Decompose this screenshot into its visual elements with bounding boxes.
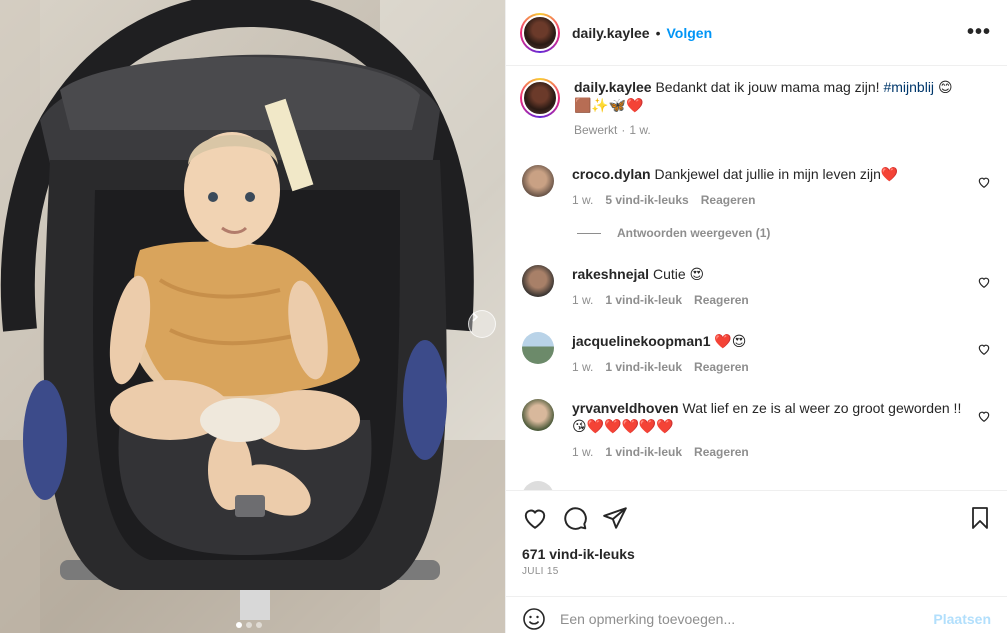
comment-username[interactable]: croco.dylan [572, 166, 651, 182]
caption-edited: Bewerkt [574, 123, 618, 137]
comment-item: croco.dylan Dankjewel dat jullie in mijn… [522, 165, 995, 209]
comment-avatar[interactable] [522, 481, 554, 490]
comment-time: 1 w. [572, 360, 594, 374]
post-photo [0, 0, 505, 633]
add-comment-bar: Plaatsen [506, 596, 1007, 633]
follow-button[interactable]: Volgen [666, 25, 712, 41]
share-icon[interactable] [602, 505, 628, 531]
author-username[interactable]: daily.kaylee [572, 25, 650, 41]
replies-line [577, 232, 601, 234]
post-header: daily.kaylee • Volgen ••• [506, 0, 1007, 66]
caption-username[interactable]: daily.kaylee [574, 79, 652, 95]
comment-text: Cutie 😍 [652, 266, 705, 282]
caption-dot: · [621, 123, 626, 137]
view-replies-button[interactable]: Antwoorden weergeven (1) [577, 226, 770, 240]
comment-item: jacquelinekoopman1 ❤️😍 1 w. 1 vind-ik-le… [522, 332, 995, 376]
carousel-dot [256, 622, 262, 628]
carousel-dots [236, 622, 262, 628]
comment-likes[interactable]: 1 vind-ik-leuk [605, 291, 682, 309]
comments-list: daily.kaylee Bedankt dat ik jouw mama ma… [506, 67, 1007, 491]
comment-avatar[interactable] [522, 399, 554, 431]
view-replies-label: Antwoorden weergeven (1) [617, 226, 771, 240]
heart-icon[interactable] [977, 342, 991, 356]
comment-username[interactable]: yrvanveldhoven [572, 400, 679, 416]
comment-time: 1 w. [572, 193, 594, 207]
caption-avatar[interactable] [520, 78, 560, 118]
caption-emojis: 😊 [937, 80, 953, 96]
post-comment-button[interactable]: Plaatsen [933, 611, 991, 627]
heart-icon[interactable] [977, 409, 991, 423]
comment-reply-button[interactable]: Reageren [694, 443, 749, 461]
comment-reply-button[interactable]: Reageren [701, 191, 756, 209]
post-actions [506, 499, 1007, 539]
heart-icon[interactable] [522, 505, 548, 531]
comment-reply-button[interactable]: Reageren [694, 291, 749, 309]
comment-time: 1 w. [572, 293, 594, 307]
caption: daily.kaylee Bedankt dat ik jouw mama ma… [520, 78, 995, 139]
more-icon[interactable]: ••• [967, 21, 991, 44]
comment-item: yrvanveldhoven Wat lief en ze is al weer… [522, 399, 995, 461]
comment-likes[interactable]: 1 vind-ik-leuk [605, 358, 682, 376]
bookmark-icon[interactable] [968, 505, 992, 531]
comment-likes[interactable]: 1 vind-ik-leuk [605, 443, 682, 461]
comment-item: rakeshnejal Cutie 😍 1 w. 1 vind-ik-leuk … [522, 265, 995, 309]
comment-likes[interactable]: 5 vind-ik-leuks [605, 191, 688, 209]
post-date: JULI 15 [522, 566, 559, 577]
comment-input[interactable] [560, 610, 934, 627]
emoji-icon[interactable] [522, 607, 546, 631]
baby-in-car-seat-image [0, 0, 505, 633]
post-side-panel: daily.kaylee • Volgen ••• daily.kaylee B… [505, 0, 1007, 633]
comment-avatar[interactable] [522, 265, 554, 297]
comment-item-partial [522, 481, 995, 490]
comment-username[interactable]: jacquelinekoopman1 [572, 333, 710, 349]
comment-avatar[interactable] [522, 165, 554, 197]
likes-count[interactable]: 671 vind-ik-leuks [522, 546, 635, 562]
comment-avatar[interactable] [522, 332, 554, 364]
chevron-right-icon [472, 312, 479, 322]
header-separator: • [655, 24, 661, 41]
comment-text: ❤️😍 [714, 333, 747, 349]
caption-text: Bedankt dat ik jouw mama mag zijn! [655, 79, 880, 95]
instagram-post-dialog: daily.kaylee • Volgen ••• daily.kaylee B… [0, 0, 1007, 633]
comment-time: 1 w. [572, 445, 594, 459]
caption-emojis-line2: 🟫✨🦋❤️ [574, 98, 644, 114]
comment-reply-button[interactable]: Reageren [694, 358, 749, 376]
comment-username[interactable]: rakeshnejal [572, 266, 649, 282]
caption-time: 1 w. [629, 123, 651, 137]
caption-hashtag[interactable]: #mijnblij [883, 79, 934, 95]
carousel-dot [246, 622, 252, 628]
next-slide-button[interactable] [468, 310, 496, 338]
heart-icon[interactable] [977, 275, 991, 289]
carousel-dot-active [236, 622, 242, 628]
comment-text: Dankjewel dat jullie in mijn leven zijn❤… [654, 166, 899, 182]
comment-icon[interactable] [562, 505, 588, 531]
heart-icon[interactable] [977, 175, 991, 189]
author-avatar[interactable] [520, 12, 560, 53]
